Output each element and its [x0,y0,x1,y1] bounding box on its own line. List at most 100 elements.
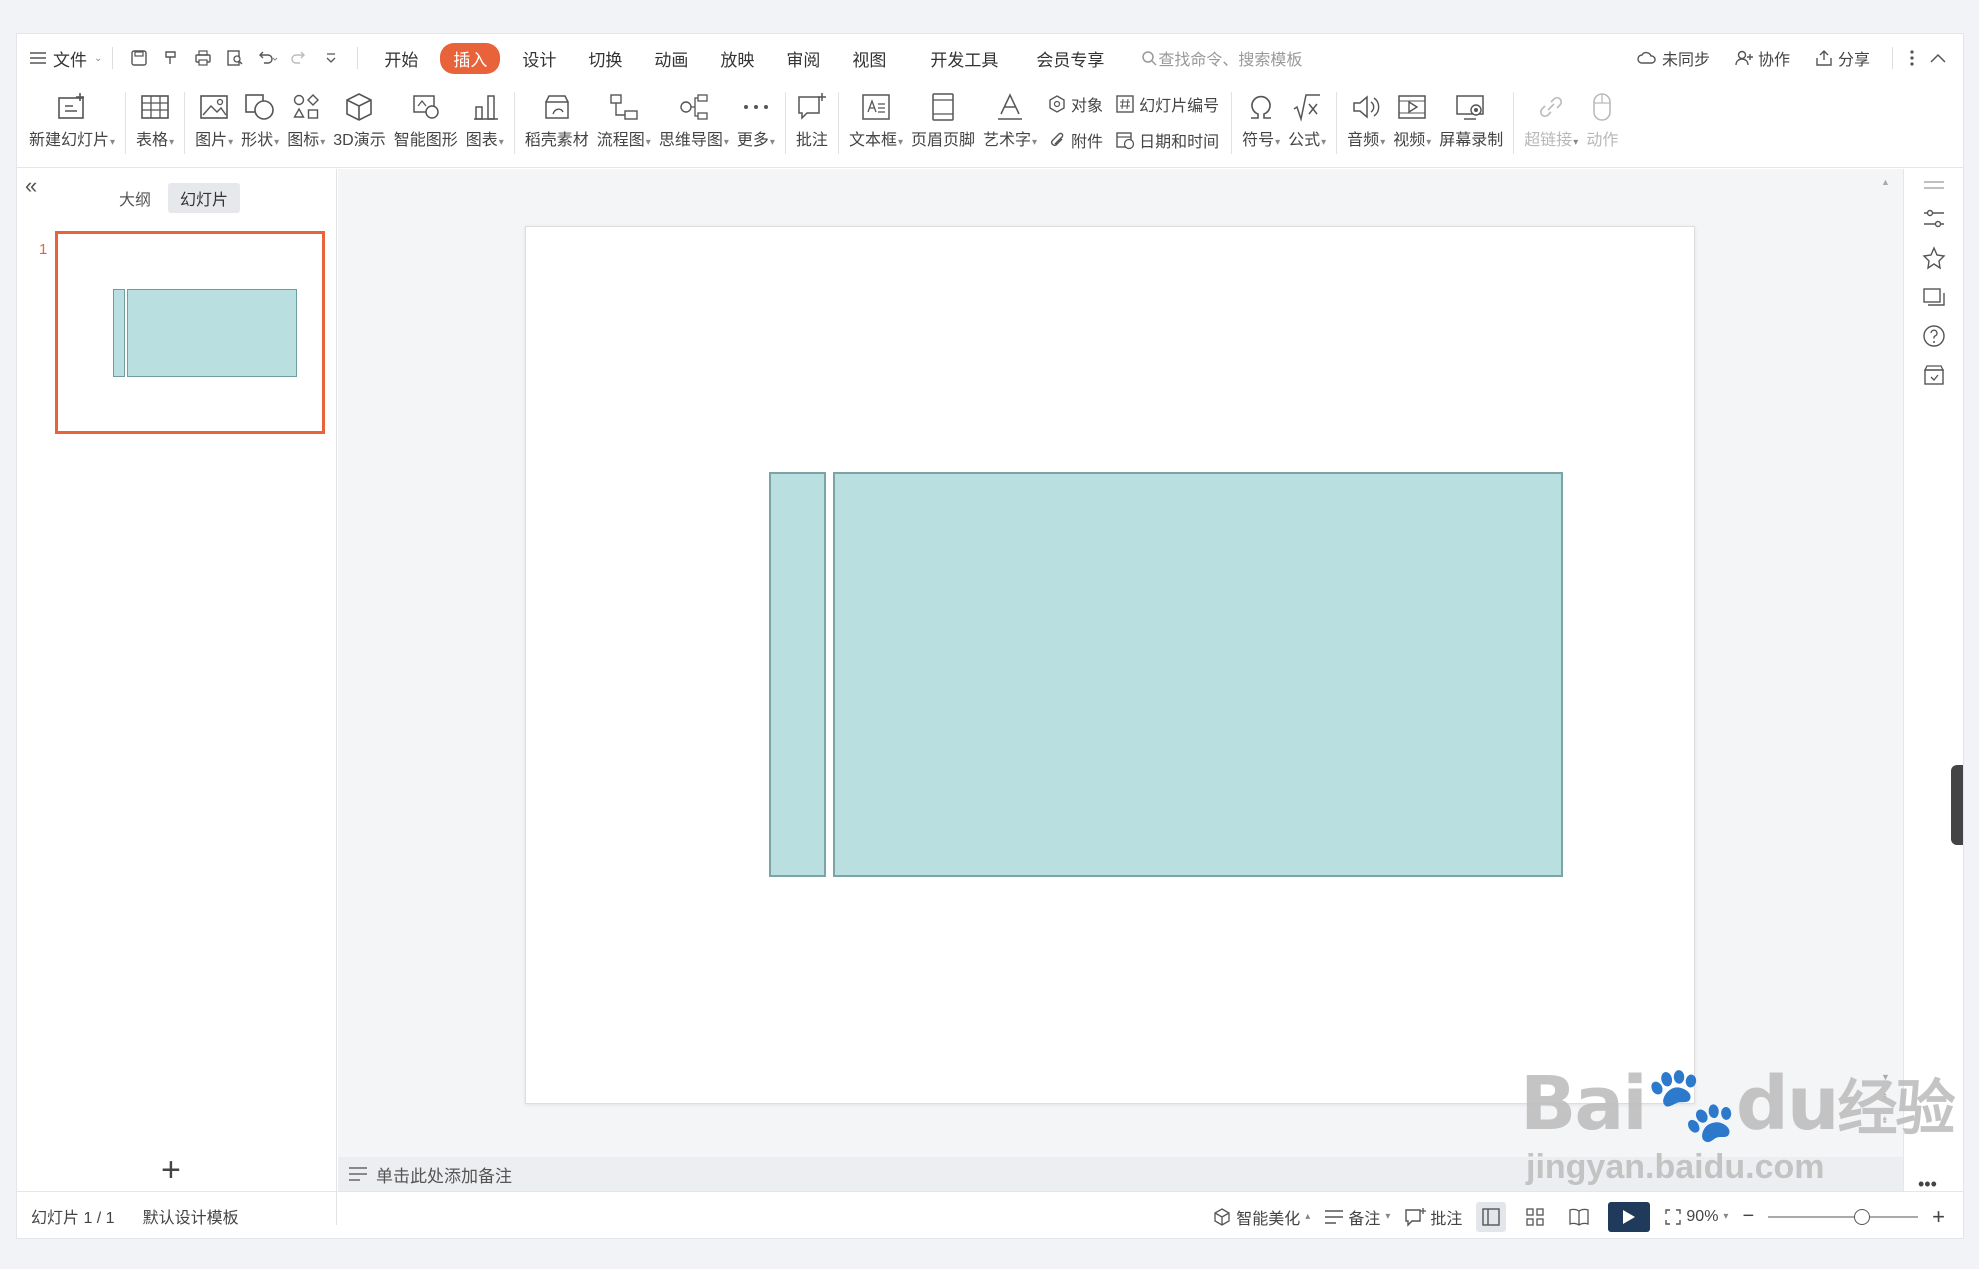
reading-view-icon[interactable] [1564,1202,1594,1232]
notes-bar[interactable]: 单击此处添加备注 [338,1157,1903,1191]
sync-button[interactable]: 未同步 [1636,46,1710,70]
redo-icon[interactable] [283,42,315,74]
action-label: 动作 [1586,132,1619,149]
print-icon[interactable] [187,42,219,74]
prev-slide-icon[interactable]: ⇞ [1881,1092,1889,1103]
ribbon-insert: 新建幻灯片▾ 表格▾ 图片▾ 形状▾ 图标▾ 3D演示 智能图形 图表▾ 稻壳素… [17,82,1963,168]
save-icon[interactable] [123,42,155,74]
chart-button[interactable]: 图表▾ [466,82,504,162]
tab-design[interactable]: 设计 [506,46,572,71]
zoom-in-button[interactable]: + [1932,1204,1945,1230]
picture-button[interactable]: 图片▾ [195,82,233,162]
shape-label: 形状 [241,132,274,149]
slide[interactable] [525,226,1695,1104]
collapse-ribbon-icon[interactable] [1929,52,1947,64]
help-icon[interactable] [1920,322,1948,350]
template-name[interactable]: 默认设计模板 [143,1204,239,1228]
sidebar-drag-handle[interactable] [1951,765,1963,845]
tab-home[interactable]: 开始 [368,46,434,71]
tab-slides[interactable]: 幻灯片 [168,183,241,213]
smartart-icon [410,88,442,126]
next-slide-icon[interactable]: ⇟ [1881,1115,1889,1126]
wordart-button[interactable]: 艺术字▾ [983,82,1037,162]
collab-button[interactable]: 协作 [1734,46,1790,70]
shape-button[interactable]: 形状▾ [241,82,279,162]
screen-record-label: 屏幕录制 [1439,132,1504,149]
datetime-label: 日期和时间 [1139,134,1220,151]
backup-box-icon[interactable] [1920,361,1948,389]
print-preview-icon[interactable] [219,42,251,74]
object-button[interactable]: 对象 [1047,89,1103,119]
slide-switch-icon[interactable] [1920,283,1948,311]
rectangle-shape-narrow[interactable] [769,472,826,877]
add-slide-icon[interactable]: + [161,1151,181,1190]
comment-icon [1404,1207,1427,1227]
comment-toggle-button[interactable]: 批注 [1404,1205,1462,1229]
icon-button[interactable]: 图标▾ [287,82,325,162]
divider [1892,47,1893,69]
share-button[interactable]: 分享 [1814,46,1870,70]
table-button[interactable]: 表格▾ [136,82,174,162]
new-slide-button[interactable]: 新建幻灯片▾ [29,82,115,162]
undo-icon[interactable] [251,42,283,74]
screen-record-button[interactable]: 屏幕录制 [1439,82,1503,162]
more-button[interactable]: 更多▾ [737,82,775,162]
play-slideshow-icon[interactable] [1608,1201,1651,1232]
file-menu[interactable]: 文件 ⌄ [29,34,102,82]
zoom-level: 90% [1686,1207,1719,1225]
properties-icon[interactable] [1920,205,1948,233]
smartart-button[interactable]: 智能图形 [394,82,458,162]
omega-icon [1246,88,1276,126]
material-button[interactable]: 稻壳素材 [525,82,589,162]
tab-view[interactable]: 视图 [836,46,902,71]
flowchart-button[interactable]: 流程图▾ [597,82,651,162]
attachment-button[interactable]: 附件 [1047,125,1103,155]
tab-developer[interactable]: 开发工具 [914,46,1014,71]
comment-button[interactable]: 批注 [796,82,828,162]
notes-toggle-button[interactable]: 备注 ▾ [1324,1205,1390,1229]
more-menu-icon[interactable] [1909,49,1915,67]
customize-toolbar-icon[interactable] [315,42,347,74]
sidebar-collapse-icon[interactable] [1920,171,1948,199]
fit-window-icon [1664,1208,1682,1226]
normal-view-icon[interactable] [1476,1201,1507,1232]
command-search[interactable]: 查找命令、搜索模板 [1140,46,1302,70]
3d-demo-button[interactable]: 3D演示 [333,82,386,162]
format-painter-icon[interactable] [155,42,187,74]
tab-member[interactable]: 会员专享 [1020,46,1120,71]
hyperlink-button[interactable]: 超链接▾ [1524,82,1578,162]
zoom-fit-button[interactable]: 90% ▾ [1664,1208,1728,1226]
video-button[interactable]: 视频▾ [1393,82,1431,162]
formula-label: 公式 [1288,132,1321,149]
textbox-icon [860,88,892,126]
action-button[interactable]: 动作 [1586,82,1618,162]
rectangle-shape-wide[interactable] [833,472,1563,877]
scroll-down-icon[interactable]: ▼ [1881,1072,1890,1082]
tab-animation[interactable]: 动画 [638,46,704,71]
zoom-slider-knob[interactable] [1854,1208,1871,1225]
zoom-out-button[interactable]: − [1742,1205,1754,1228]
symbol-button[interactable]: 符号▾ [1242,82,1280,162]
textbox-button[interactable]: 文本框▾ [849,82,903,162]
divider [357,47,359,69]
audio-button[interactable]: 音频▾ [1347,82,1385,162]
beautify-star-icon[interactable] [1920,244,1948,272]
vertical-scrollbar[interactable]: ▲ ▼ ⇞ ⇟ [1881,177,1891,1137]
tab-transition[interactable]: 切换 [572,46,638,71]
formula-button[interactable]: 公式▾ [1288,82,1326,162]
scroll-up-icon[interactable]: ▲ [1881,177,1890,187]
zoom-slider[interactable] [1768,1208,1919,1225]
header-footer-button[interactable]: 页眉页脚 [911,82,975,162]
beautify-button[interactable]: 智能美化 ▴ [1212,1205,1310,1229]
mindmap-icon [678,88,710,126]
tab-review[interactable]: 审阅 [770,46,836,71]
notes-icon [348,1166,368,1182]
mindmap-button[interactable]: 思维导图▾ [659,82,729,162]
tab-insert[interactable]: 插入 [440,42,501,74]
tab-slideshow[interactable]: 放映 [704,46,770,71]
slide-thumbnail[interactable] [55,231,325,434]
slide-number-button[interactable]: 幻灯片编号 [1115,89,1219,119]
datetime-button[interactable]: 日期和时间 [1115,125,1219,155]
tab-outline[interactable]: 大纲 [107,183,163,213]
sorter-view-icon[interactable] [1520,1202,1550,1232]
